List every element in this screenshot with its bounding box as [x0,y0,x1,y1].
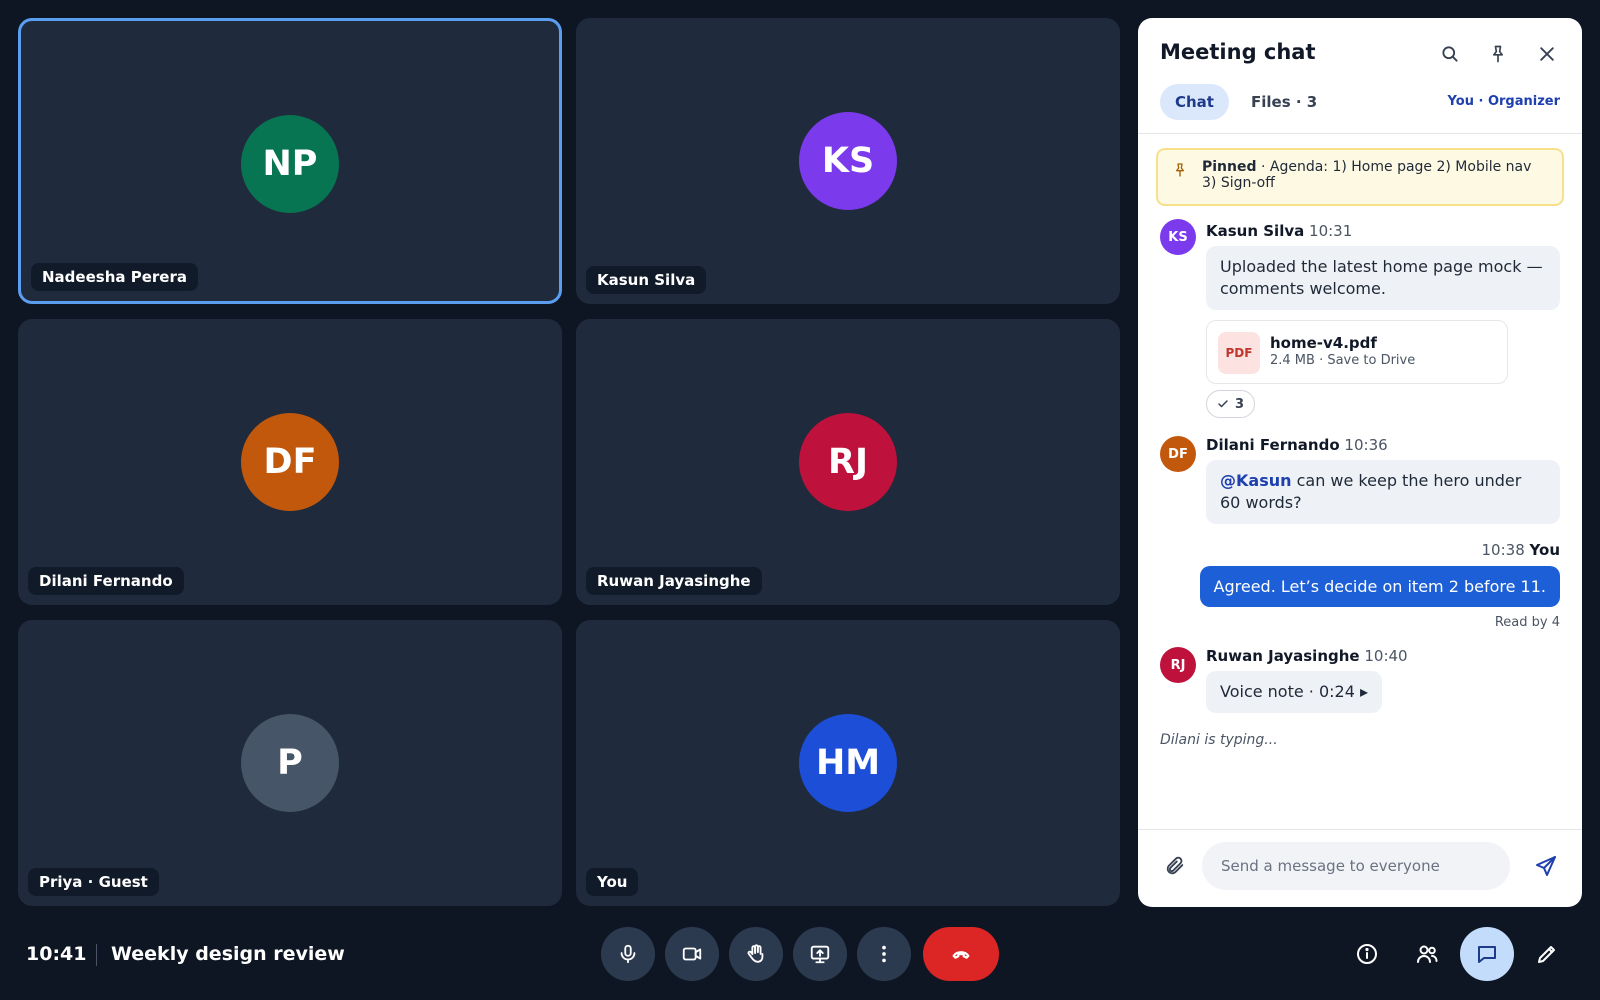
video-tile-ruwan[interactable]: RJ Ruwan Jayasinghe [576,319,1120,605]
meeting-title: Weekly design review [111,943,345,965]
avatar: KS [1160,219,1196,255]
avatar: RJ [799,413,897,511]
pinned-message[interactable]: Pinned · Agenda: 1) Home page 2) Mobile … [1156,148,1564,206]
meeting-clock: 10:41 [26,943,87,965]
divider [1138,829,1582,830]
typing-indicator: Dilani is typing... [1160,732,1278,748]
participant-name: Nadeesha Perera [31,263,198,291]
pin-button[interactable] [1486,42,1510,66]
participant-name: Kasun Silva [586,266,707,294]
reaction-count: 3 [1235,396,1245,412]
avatar: DF [241,413,339,511]
present-screen-button[interactable] [793,927,847,981]
participant-name: You [586,868,639,896]
raise-hand-icon [747,944,764,963]
tab-chat[interactable]: Chat [1160,84,1229,120]
send-icon[interactable] [1534,854,1558,878]
search-icon [1442,46,1458,62]
file-name: home-v4.pdf [1270,334,1377,352]
pin-icon [1493,45,1503,63]
raise-hand-button[interactable] [729,927,783,981]
camera-button[interactable] [665,927,719,981]
avatar: DF [1160,436,1196,472]
message-sender: 10:38 You [1482,541,1560,559]
participant-name: Dilani Fernando [28,567,184,595]
video-tile-nadeesha[interactable]: NP Nadeesha Perera [18,18,562,304]
close-button[interactable] [1535,42,1559,66]
avatar: KS [799,112,897,210]
video-tile-priya[interactable]: P Priya · Guest [18,620,562,906]
checkmark-icon [1218,400,1228,408]
message-time: 10:36 [1344,436,1388,454]
camera-icon [682,947,702,961]
voice-note[interactable]: Voice note · 0:24 ▸ [1206,671,1383,713]
divider [96,944,97,966]
whiteboard-button[interactable] [1520,927,1574,981]
people-icon [1417,945,1438,963]
sender-name: Ruwan Jayasinghe [1206,647,1360,665]
meeting-info-button[interactable] [1340,927,1394,981]
reaction-chip[interactable]: 3 [1206,390,1256,418]
close-icon [1540,47,1554,61]
message-time: 10:38 [1481,541,1525,559]
chat-icon [1478,946,1496,963]
pencil-icon [1538,946,1555,963]
chat-panel: Meeting chat Chat Files · 3 You · Organi… [1138,18,1582,907]
video-tile-kasun[interactable]: KS Kasun Silva [576,18,1120,304]
more-options-button[interactable] [857,927,911,981]
message-input[interactable] [1202,842,1510,890]
avatar: P [241,714,339,812]
microphone-button[interactable] [601,927,655,981]
avatar: RJ [1160,647,1196,683]
sender-name: Kasun Silva [1206,222,1305,240]
message-sender: Ruwan Jayasinghe 10:40 [1206,647,1408,665]
end-call-button[interactable] [923,927,999,981]
sender-name: You [1529,541,1560,559]
present-screen-icon [810,945,830,964]
participant-name: Ruwan Jayasinghe [586,567,762,595]
participant-name: Priya · Guest [28,868,159,896]
panel-title: Meeting chat [1160,40,1316,64]
more-options-icon [882,945,886,963]
attachment-icon[interactable] [1164,855,1186,877]
pdf-icon: PDF [1218,332,1260,374]
message-bubble: @Kasun can we keep the hero under 60 wor… [1206,460,1560,524]
people-button[interactable] [1400,927,1454,981]
message-bubble: Uploaded the latest home page mock — com… [1206,246,1560,310]
own-message-bubble: Agreed. Let’s decide on item 2 before 11… [1199,566,1560,607]
message-sender: Dilani Fernando 10:36 [1206,436,1388,454]
info-icon [1357,944,1377,964]
end-call-icon [952,951,970,959]
sender-name: Dilani Fernando [1206,436,1340,454]
microphone-icon [620,944,636,964]
user-role: You · Organizer [1447,94,1560,109]
message-time: 10:31 [1309,222,1353,240]
message-time: 10:40 [1364,647,1408,665]
avatar: HM [799,714,897,812]
avatar: NP [241,115,339,213]
file-meta: 2.4 MB · Save to Drive [1270,353,1416,368]
pin-icon [1176,163,1184,177]
message-sender: Kasun Silva 10:31 [1206,222,1352,240]
mention-link[interactable]: @Kasun [1220,471,1292,490]
video-tile-dilani[interactable]: DF Dilani Fernando [18,319,562,605]
chat-button[interactable] [1460,927,1514,981]
read-receipt: Read by 4 [1494,615,1560,630]
divider [1138,133,1582,134]
pinned-label: Pinned [1202,159,1257,175]
video-tile-self[interactable]: HM You [576,620,1120,906]
tab-files[interactable]: Files · 3 [1251,84,1317,120]
search-button[interactable] [1438,42,1462,66]
file-attachment[interactable]: PDF home-v4.pdf 2.4 MB · Save to Drive [1206,320,1508,384]
